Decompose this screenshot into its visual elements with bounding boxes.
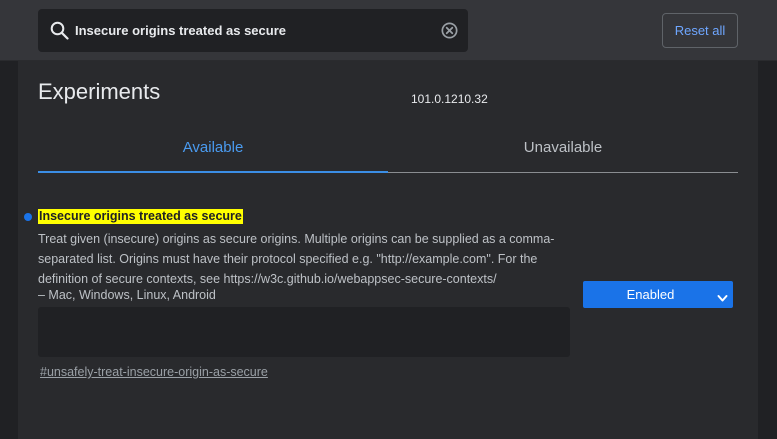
tab-bar: Available Unavailable bbox=[38, 128, 738, 173]
experiment-permalink[interactable]: #unsafely-treat-insecure-origin-as-secur… bbox=[40, 363, 268, 381]
experiment-name: Insecure origins treated as secure bbox=[38, 209, 243, 224]
tab-available[interactable]: Available bbox=[38, 128, 388, 173]
flags-page: Reset all Experiments 101.0.1210.32 Avai… bbox=[0, 0, 777, 439]
experiment-platforms: – Mac, Windows, Linux, Android bbox=[38, 288, 216, 302]
search-input[interactable] bbox=[75, 9, 425, 52]
chevron-down-icon bbox=[717, 290, 728, 302]
origins-textarea[interactable] bbox=[38, 307, 570, 357]
experiment-state-select[interactable]: Enabled bbox=[583, 281, 733, 308]
clear-icon[interactable] bbox=[441, 22, 458, 39]
modified-indicator bbox=[24, 213, 32, 221]
header-bar: Reset all bbox=[0, 0, 777, 61]
experiment-description: Treat given (insecure) origins as secure… bbox=[38, 232, 555, 286]
version-label: 101.0.1210.32 bbox=[411, 92, 488, 106]
reset-all-button[interactable]: Reset all bbox=[662, 13, 738, 48]
select-value: Enabled bbox=[626, 287, 675, 302]
tab-unavailable[interactable]: Unavailable bbox=[388, 128, 738, 173]
page-title: Experiments bbox=[38, 79, 161, 104]
search-box[interactable] bbox=[38, 9, 468, 52]
search-icon bbox=[50, 21, 69, 40]
